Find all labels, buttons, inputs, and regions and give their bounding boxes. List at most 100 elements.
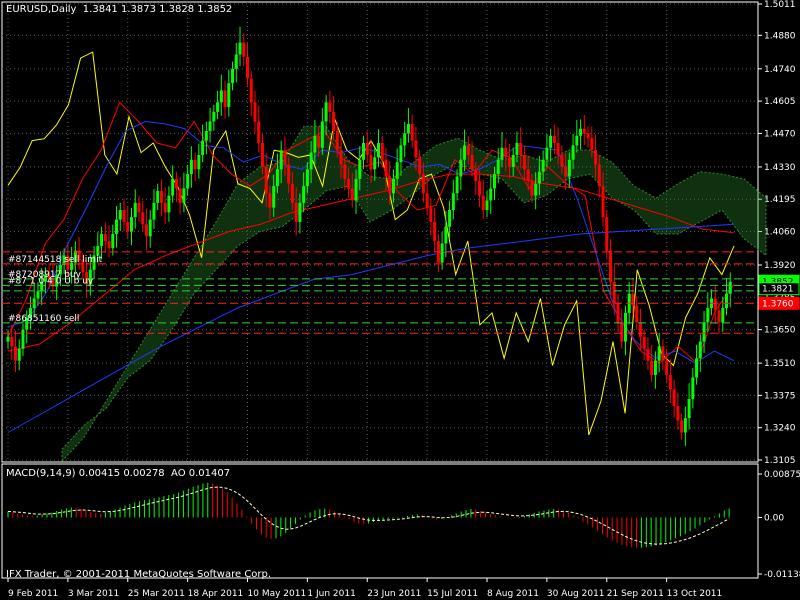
price-tick-label: 1.4605 xyxy=(764,97,796,107)
candle-body xyxy=(227,83,231,108)
ao-value: AO 0.01407 xyxy=(171,468,231,479)
symbol-label: EURUSD,Daily xyxy=(6,4,77,15)
time-tick-label: 9 Feb 2011 xyxy=(8,589,58,599)
candle-body xyxy=(713,298,717,311)
price-chart[interactable]: 1.5011 1.4880 1.4740 1.4605 1.4470 1.4330 1.41… xyxy=(0,0,800,600)
candle-body xyxy=(545,147,549,160)
candle-body xyxy=(492,174,496,189)
candle-body xyxy=(500,147,504,160)
candles xyxy=(6,26,732,447)
candle-body xyxy=(507,157,511,167)
order-label: #87144518 sell limit xyxy=(8,255,103,265)
candle-body xyxy=(388,176,392,194)
candle-body xyxy=(418,157,422,175)
candle-body xyxy=(590,138,594,151)
time-tick-label: 15 Jul 2011 xyxy=(427,589,478,599)
macd-tick-label: 0.00875 xyxy=(764,470,800,480)
candle-body xyxy=(204,131,208,141)
candle-body xyxy=(174,178,178,189)
macd-values: 0.00415 0.00278 xyxy=(78,468,165,479)
time-tick-label: 25 Mar 2011 xyxy=(128,589,185,599)
candle-body xyxy=(485,200,489,210)
candle-body xyxy=(279,150,283,170)
candle-body xyxy=(283,150,287,165)
candle-body xyxy=(264,166,268,194)
candle-body xyxy=(253,102,257,122)
candle-body xyxy=(171,178,175,196)
order-label: #86851160 sell xyxy=(8,314,79,324)
candle-body xyxy=(564,166,568,177)
candle-body xyxy=(391,178,395,194)
candle-body xyxy=(571,145,575,160)
candle-body xyxy=(231,68,235,84)
candle-body xyxy=(556,143,560,155)
candle-body xyxy=(448,209,452,227)
candle-body xyxy=(208,121,212,132)
price-tick-label: 1.3650 xyxy=(764,326,796,336)
candle-body xyxy=(242,42,246,57)
candle-body xyxy=(287,164,291,184)
time-tick-label: 3 Mar 2011 xyxy=(68,589,119,599)
candle-body xyxy=(474,169,478,182)
time-tick-label: 10 May 2011 xyxy=(248,589,307,599)
copyright-text: IFX Trader, © 2001-2011 MetaQuotes Softw… xyxy=(6,569,272,580)
candle-body xyxy=(567,159,571,177)
candle-body xyxy=(6,336,10,342)
candle-body xyxy=(421,174,425,194)
macd-tick-label: -0.01138 xyxy=(764,570,800,580)
candle-body xyxy=(620,322,624,342)
time-tick-label: 30 Aug 2011 xyxy=(547,589,605,599)
candle-body xyxy=(152,202,156,220)
candle-body xyxy=(605,217,609,251)
candle-body xyxy=(163,202,167,213)
candle-body xyxy=(481,195,485,210)
candle-body xyxy=(347,178,351,189)
price-tick-label: 1.4740 xyxy=(764,65,796,75)
candle-body xyxy=(268,193,272,208)
candle-body xyxy=(695,358,699,378)
candle-body xyxy=(324,102,328,122)
candle-body xyxy=(642,336,646,349)
candle-body xyxy=(433,221,437,242)
candle-body xyxy=(597,164,601,187)
candle-body xyxy=(653,360,657,376)
candle-body xyxy=(335,131,339,151)
candle-body xyxy=(515,143,519,155)
candle-body xyxy=(631,293,635,306)
candle-body xyxy=(159,190,163,203)
price-tick-label: 1.3375 xyxy=(764,391,796,401)
candle-body xyxy=(249,78,253,103)
candle-body xyxy=(328,102,332,112)
candle-body xyxy=(650,360,654,376)
candle-body xyxy=(201,140,205,155)
candle-body xyxy=(680,420,684,433)
candle-body xyxy=(362,143,366,160)
macd-panel-frame xyxy=(1,463,759,579)
candle-body xyxy=(223,90,227,108)
candle-body xyxy=(541,159,545,172)
candle-body xyxy=(425,193,429,208)
macd-tick-label: 0.00 xyxy=(764,513,784,523)
time-tick-label: 18 Apr 2011 xyxy=(188,589,244,599)
candle-body xyxy=(459,159,463,177)
price-tick-label: 1.4195 xyxy=(764,195,796,205)
candle-body xyxy=(455,176,459,194)
candle-body xyxy=(369,154,373,170)
candle-body xyxy=(635,305,639,323)
candle-body xyxy=(530,181,534,196)
candle-body xyxy=(156,190,160,203)
candle-body xyxy=(246,56,250,79)
macd-header: MACD(9,14,9) 0.00415 0.00278 AO 0.01407 xyxy=(6,468,230,479)
candle-body xyxy=(320,121,324,148)
candle-body xyxy=(305,169,309,187)
candle-body xyxy=(111,233,115,249)
candle-body xyxy=(144,224,148,237)
ichimoku-cloud xyxy=(61,125,767,463)
ohlc-values: 1.3841 1.3873 1.3828 1.3852 xyxy=(82,4,233,15)
time-tick-label: 1 Jun 2011 xyxy=(307,589,355,599)
candle-body xyxy=(167,195,171,213)
candle-body xyxy=(234,54,238,69)
candle-body xyxy=(676,406,680,421)
candle-body xyxy=(406,123,410,134)
candle-body xyxy=(148,219,152,237)
